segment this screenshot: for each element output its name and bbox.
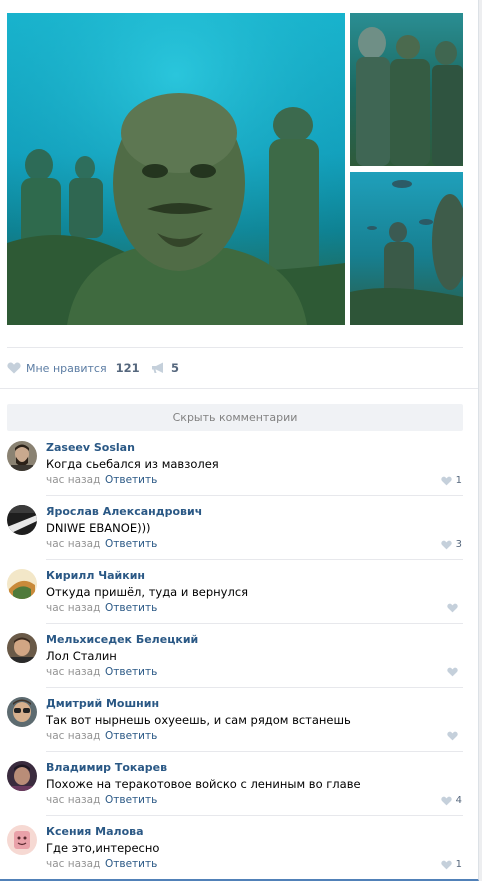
heart-icon (440, 540, 452, 549)
like-button[interactable]: Мне нравится 121 (7, 360, 140, 376)
share-button[interactable]: 5 (151, 360, 179, 376)
comment-text: Когда сьебался из мавзолея (46, 457, 219, 471)
comment-item: Zaseev Soslan Когда сьебался из мавзолея… (0, 432, 478, 496)
reply-link[interactable]: Ответить (105, 474, 157, 486)
comment-item: Ярослав Александрович DNIWE EBANOE))) ча… (0, 496, 478, 560)
like-count: 121 (115, 361, 140, 375)
comment-time[interactable]: час назад (46, 666, 100, 678)
comment-like-count: 1 (455, 859, 462, 870)
avatar[interactable] (7, 633, 37, 663)
avatar[interactable] (7, 697, 37, 727)
avatar[interactable] (7, 441, 37, 471)
comment-time[interactable]: час назад (46, 858, 100, 870)
comment-like-button[interactable] (447, 667, 462, 677)
comment-text: Лол Сталин (46, 649, 117, 663)
post-card: Мне нравится 121 5 Скрыть комментарии Za… (0, 0, 479, 881)
comment-text: Откуда пришёл, туда и вернулся (46, 585, 249, 599)
like-label: Мне нравится (26, 361, 107, 375)
hide-comments-button[interactable]: Скрыть комментарии (7, 404, 463, 431)
avatar[interactable] (7, 505, 37, 535)
share-count: 5 (171, 361, 180, 375)
comment-item: Дмитрий Мошнин Так вот нырнешь охуеешь, … (0, 688, 478, 752)
main-photo[interactable] (7, 13, 345, 325)
comment-text: Где это,интересно (46, 841, 160, 855)
comment-item: Кирилл Чайкин Откуда пришёл, туда и верн… (0, 560, 478, 624)
comment-author[interactable]: Владимир Токарев (46, 761, 167, 774)
comment-author[interactable]: Мельхиседек Белецкий (46, 633, 198, 646)
statues-group-image (356, 27, 463, 166)
comment-like-button[interactable]: 1 (440, 859, 462, 870)
divider (7, 347, 463, 348)
comment-text: DNIWE EBANOE))) (46, 521, 151, 535)
comment-item: Владимир Токарев Похоже на теракотовое в… (0, 752, 478, 816)
heart-icon (447, 667, 458, 677)
comment-text: Так вот нырнешь охуеешь, и сам рядом вст… (46, 713, 351, 727)
comment-like-button[interactable]: 3 (440, 539, 462, 550)
comment-time[interactable]: час назад (46, 730, 100, 742)
reply-link[interactable]: Ответить (105, 602, 157, 614)
comment-author[interactable]: Ярослав Александрович (46, 505, 202, 518)
comment-like-count: 4 (455, 795, 462, 806)
comment-time[interactable]: час назад (46, 538, 100, 550)
comment-author[interactable]: Дмитрий Мошнин (46, 697, 159, 710)
megaphone-icon (152, 362, 163, 373)
comment-author[interactable]: Ксения Малова (46, 825, 144, 838)
comment-like-button[interactable]: 1 (440, 475, 462, 486)
avatar[interactable] (7, 761, 37, 791)
reply-link[interactable]: Ответить (105, 730, 157, 742)
statue-with-fish-image (350, 180, 463, 325)
comment-like-count: 3 (455, 539, 462, 550)
divider (0, 388, 478, 389)
comment-like-button[interactable]: 4 (440, 795, 462, 806)
heart-icon (440, 860, 452, 869)
heart-icon (7, 362, 21, 374)
side-photo-bottom[interactable] (350, 172, 463, 325)
heart-icon (447, 603, 458, 613)
comment-author[interactable]: Кирилл Чайкин (46, 569, 145, 582)
heart-icon (440, 476, 452, 485)
comment-item: Ксения Малова Где это,интересно час наза… (0, 816, 478, 880)
avatar[interactable] (7, 825, 37, 855)
comment-item: Мельхиседек Белецкий Лол Сталин час наза… (0, 624, 478, 688)
heart-icon (447, 731, 458, 741)
comment-like-count: 1 (455, 475, 462, 486)
reply-link[interactable]: Ответить (105, 794, 157, 806)
comment-like-button[interactable] (447, 603, 462, 613)
comment-like-button[interactable] (447, 731, 462, 741)
comment-text: Похоже на теракотовое войско с лениным в… (46, 777, 361, 791)
reply-link[interactable]: Ответить (105, 666, 157, 678)
reply-link[interactable]: Ответить (105, 538, 157, 550)
avatar[interactable] (7, 569, 37, 599)
comment-time[interactable]: час назад (46, 602, 100, 614)
heart-icon (440, 796, 452, 805)
reply-link[interactable]: Ответить (105, 858, 157, 870)
comment-author[interactable]: Zaseev Soslan (46, 441, 135, 454)
comment-time[interactable]: час назад (46, 474, 100, 486)
comment-time[interactable]: час назад (46, 794, 100, 806)
underwater-statue-image (7, 13, 345, 325)
side-photo-top[interactable] (350, 13, 463, 166)
